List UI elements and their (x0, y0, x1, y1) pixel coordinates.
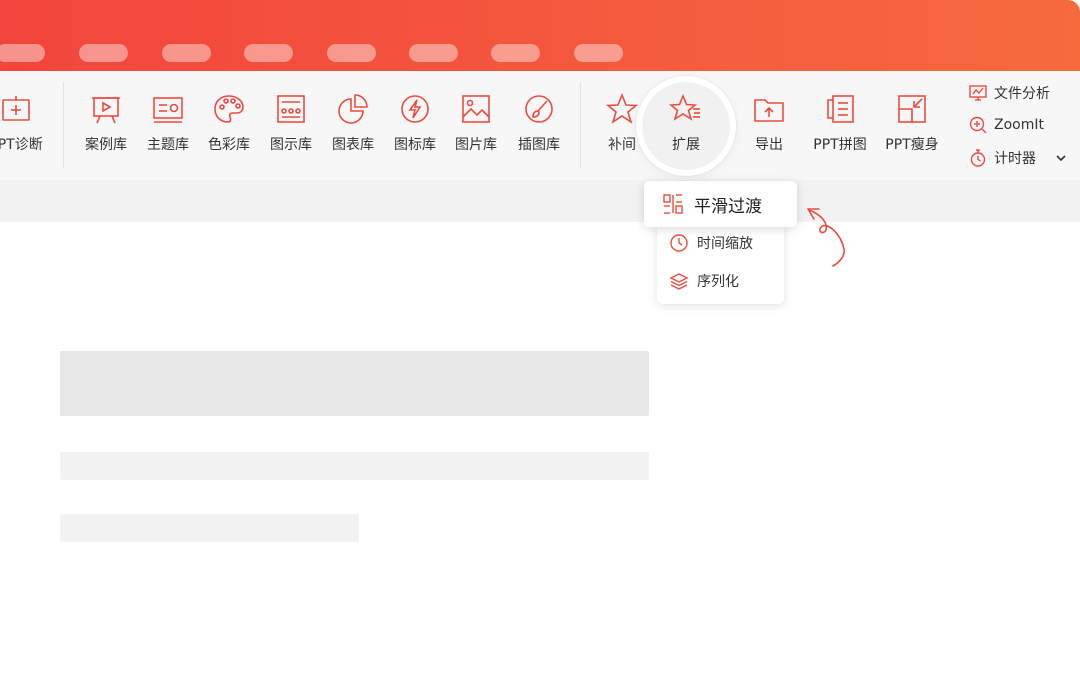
tool-color-library[interactable]: 色彩库 (197, 92, 261, 162)
monitor-chart-icon (969, 85, 987, 101)
stack-pages-icon (827, 95, 854, 123)
smooth-transition-icon (663, 194, 683, 214)
stopwatch-icon (970, 149, 986, 167)
tool-label: 图表库 (332, 137, 374, 153)
tool-ppt-collage[interactable]: PPT拼图 (808, 92, 872, 162)
side-item-label: 计时器 (994, 151, 1036, 167)
side-item-label: 文件分析 (994, 86, 1050, 102)
tab-placeholder[interactable] (409, 44, 458, 62)
side-item-file-analysis[interactable]: 文件分析 (968, 82, 1050, 104)
side-item-timer[interactable]: 计时器 (968, 147, 1036, 169)
tool-image-library[interactable]: 图片库 (444, 92, 508, 162)
tool-label: 补间 (608, 137, 636, 153)
content-placeholder-line (60, 514, 359, 542)
tool-illustration-library[interactable]: 插图库 (507, 92, 571, 162)
zoom-in-icon (969, 116, 987, 134)
side-item-label: ZoomIt (994, 117, 1044, 133)
tool-label: 图片库 (455, 137, 497, 153)
tool-label: 扩展 (672, 137, 700, 153)
tab-placeholder[interactable] (244, 44, 293, 62)
tool-tween[interactable]: 补间 (590, 92, 654, 162)
image-icon (462, 95, 490, 123)
chevron-down-icon[interactable] (1053, 150, 1069, 166)
tool-chart-library[interactable]: 图表库 (321, 92, 385, 162)
tab-placeholder[interactable] (0, 44, 45, 62)
tool-label: 主题库 (147, 137, 189, 153)
slide-layout-icon (153, 97, 183, 123)
tool-label: PPT瘦身 (885, 137, 939, 153)
tab-placeholder[interactable] (79, 44, 128, 62)
clock-icon (670, 234, 688, 252)
menu-item-time-scale[interactable]: 时间缩放 (669, 231, 753, 255)
tool-label: PPT拼图 (813, 137, 867, 153)
tool-label: 图标库 (394, 137, 436, 153)
extension-dropdown-menu: 时间缩放 序列化 (657, 222, 784, 304)
tab-placeholder[interactable] (327, 44, 376, 62)
presentation-plus-icon (2, 96, 30, 121)
tool-extension[interactable]: 扩展 (654, 92, 718, 162)
palette-icon (214, 95, 244, 123)
tool-export[interactable]: 导出 (737, 92, 801, 162)
export-folder-icon (754, 99, 784, 122)
menu-item-smooth-transition[interactable]: 平滑过渡 (644, 181, 797, 227)
tool-label: 案例库 (85, 137, 127, 153)
tool-label: 色彩库 (208, 137, 250, 153)
tool-diagram-library[interactable]: 图示库 (259, 92, 323, 162)
tool-label: PPT诊断 (0, 137, 43, 153)
layers-icon (669, 273, 689, 290)
star-icon (605, 92, 639, 124)
title-bar (0, 0, 1080, 71)
tool-label: 导出 (755, 137, 783, 153)
tool-case-library[interactable]: 案例库 (74, 92, 138, 162)
presentation-board-icon (92, 97, 120, 124)
content-placeholder-block (60, 351, 649, 416)
brush-circle-icon (525, 95, 553, 123)
tool-theme-library[interactable]: 主题库 (136, 92, 200, 162)
tab-placeholder[interactable] (491, 44, 540, 62)
pie-chart-icon (338, 94, 368, 124)
side-item-zoomit[interactable]: ZoomIt (968, 114, 1044, 136)
menu-item-label: 序列化 (697, 274, 739, 290)
compress-icon (898, 95, 926, 123)
tool-ppt-diagnose[interactable]: PPT诊断 (0, 92, 48, 162)
star-list-icon (669, 93, 700, 121)
lightning-circle-icon (401, 95, 429, 123)
tab-placeholder[interactable] (574, 44, 623, 62)
ribbon-divider (580, 82, 581, 168)
pointer-arrow-icon (807, 208, 845, 267)
tool-icon-library[interactable]: 图标库 (383, 92, 447, 162)
diagram-grid-icon (277, 95, 305, 123)
tool-label: 图示库 (270, 137, 312, 153)
menu-item-serialize[interactable]: 序列化 (669, 269, 739, 293)
ribbon-divider (63, 82, 64, 168)
content-placeholder-line (60, 452, 649, 480)
tool-label: 插图库 (518, 137, 560, 153)
tab-placeholder[interactable] (162, 44, 211, 62)
tool-ppt-slim[interactable]: PPT瘦身 (880, 92, 944, 162)
sub-toolbar (0, 180, 1080, 222)
menu-item-label: 时间缩放 (697, 236, 753, 252)
menu-item-label: 平滑过渡 (694, 196, 762, 217)
